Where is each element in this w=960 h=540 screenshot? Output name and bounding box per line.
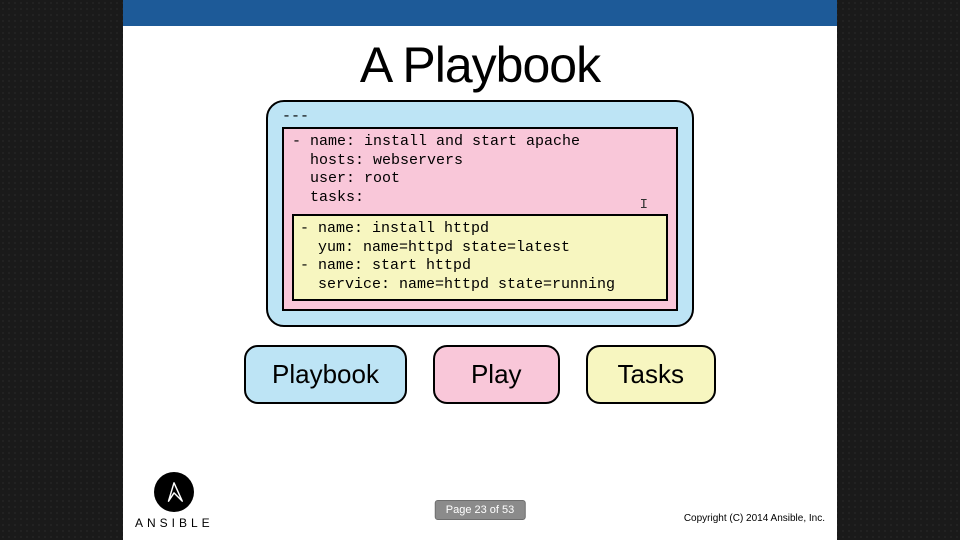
text-cursor-icon: I — [640, 197, 648, 215]
task-line: - name: start httpd — [300, 257, 660, 276]
brand-text: ANSIBLE — [135, 516, 214, 530]
legend-play: Play — [433, 345, 560, 404]
brand-logo: ANSIBLE — [135, 472, 214, 530]
play-line: - name: install and start apache — [292, 133, 668, 152]
ansible-a-icon — [154, 472, 194, 512]
slide-topbar — [123, 0, 837, 26]
play-line: hosts: webservers — [292, 152, 668, 171]
slide-title: A Playbook — [123, 36, 837, 94]
task-line: service: name=httpd state=running — [300, 276, 660, 295]
task-line: yum: name=httpd state=latest — [300, 239, 660, 258]
tasks-box: - name: install httpd yum: name=httpd st… — [292, 214, 668, 301]
task-line: - name: install httpd — [300, 220, 660, 239]
page-indicator[interactable]: Page 23 of 53 — [435, 500, 526, 520]
legend-tasks: Tasks — [586, 345, 716, 404]
legend-playbook: Playbook — [244, 345, 407, 404]
copyright-text: Copyright (C) 2014 Ansible, Inc. — [684, 513, 825, 524]
legend-row: Playbook Play Tasks — [244, 345, 716, 404]
yaml-doc-start: --- — [282, 108, 678, 127]
play-box: I - name: install and start apache hosts… — [282, 127, 678, 311]
play-line: user: root — [292, 170, 668, 189]
play-line: tasks: — [292, 189, 668, 208]
slide: A Playbook --- I - name: install and sta… — [123, 0, 837, 540]
playbook-box: --- I - name: install and start apache h… — [266, 100, 694, 327]
